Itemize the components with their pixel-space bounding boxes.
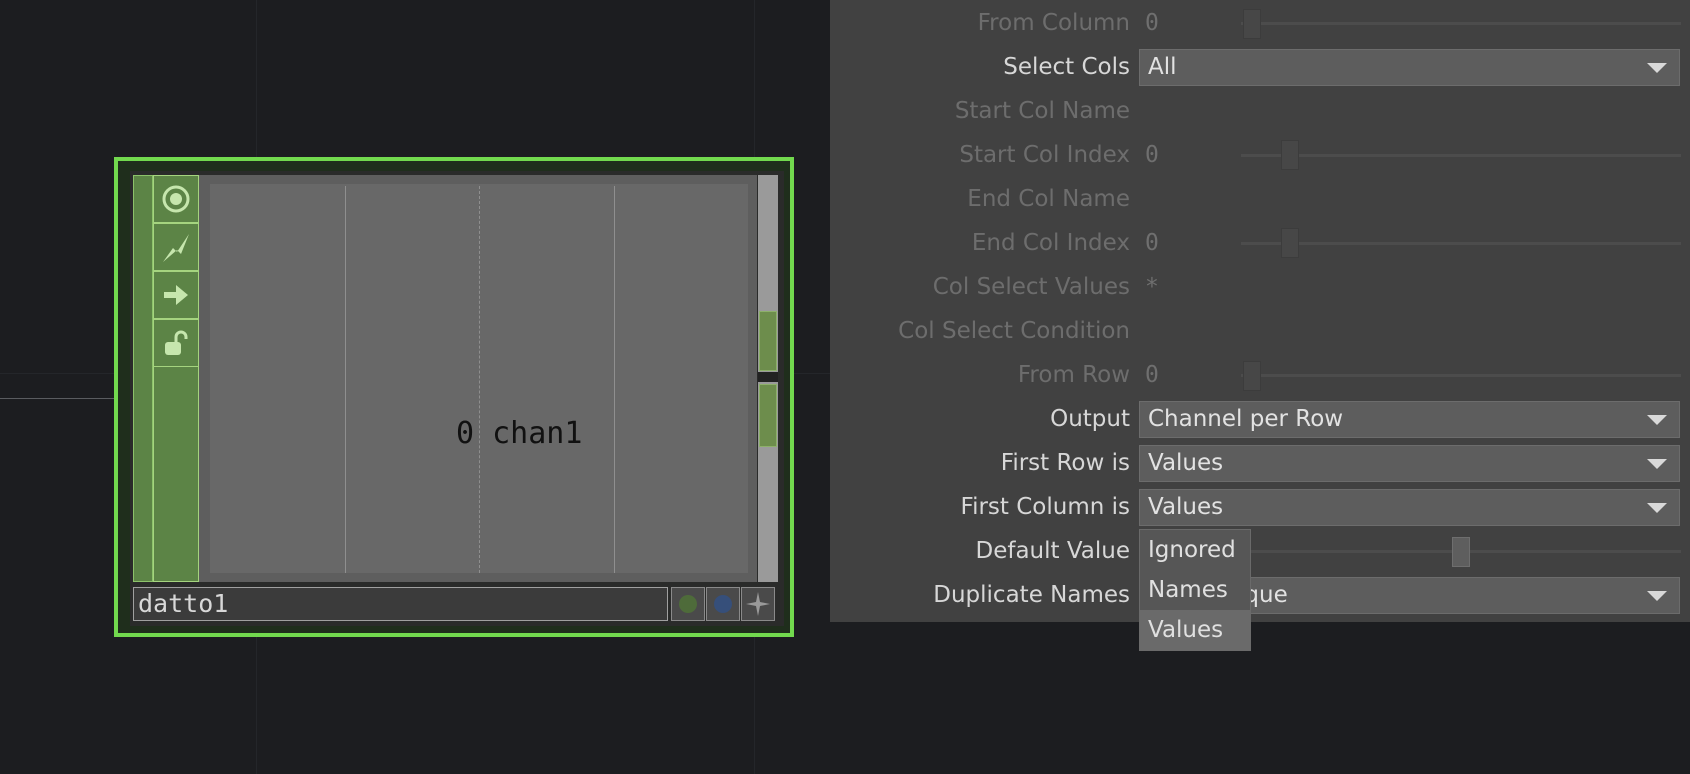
bypass-dot-icon bbox=[679, 595, 697, 613]
param-label-output: Output bbox=[1050, 406, 1130, 432]
param-label-first-row-is: First Row is bbox=[1000, 450, 1130, 476]
scrollbar-thumb[interactable] bbox=[759, 311, 777, 371]
cook-icon[interactable] bbox=[153, 223, 199, 271]
end-col-index-slider-handle bbox=[1281, 228, 1299, 258]
param-value-start-col-index: 0 bbox=[1145, 142, 1159, 168]
viewer-divider bbox=[614, 186, 615, 573]
parameter-panel bbox=[830, 0, 1690, 622]
select-cols-value: All bbox=[1148, 54, 1177, 80]
render-flag-button[interactable] bbox=[741, 587, 775, 621]
param-label-duplicate-names: Duplicate Names bbox=[933, 582, 1130, 608]
param-label-from-row: From Row bbox=[1017, 362, 1130, 388]
scrollbar-thumb[interactable] bbox=[759, 384, 777, 447]
node-name-field[interactable]: datto1 bbox=[133, 587, 668, 621]
param-label-from-column: From Column bbox=[977, 10, 1130, 36]
export-icon[interactable] bbox=[153, 271, 199, 319]
param-value-from-row: 0 bbox=[1145, 362, 1159, 388]
param-value-end-col-index: 0 bbox=[1145, 230, 1159, 256]
param-label-start-col-name: Start Col Name bbox=[954, 98, 1130, 124]
menu-item-values[interactable]: Values bbox=[1140, 610, 1250, 650]
node-input-strip[interactable] bbox=[133, 175, 153, 582]
first-column-is-dropdown[interactable]: Values bbox=[1139, 489, 1680, 526]
viewer-divider bbox=[345, 186, 346, 573]
scrollbar-gap bbox=[758, 372, 778, 382]
chevron-down-icon bbox=[1647, 503, 1667, 513]
chevron-down-icon bbox=[1647, 63, 1667, 73]
menu-item-names[interactable]: Names bbox=[1140, 570, 1250, 610]
output-value: Channel per Row bbox=[1148, 406, 1344, 432]
param-label-default-value: Default Value bbox=[975, 538, 1130, 564]
from-row-slider-handle bbox=[1243, 361, 1261, 391]
first-row-is-value: Values bbox=[1148, 450, 1224, 476]
param-label-end-col-name: End Col Name bbox=[967, 186, 1130, 212]
param-label-start-col-index: Start Col Index bbox=[959, 142, 1130, 168]
menu-item-ignored[interactable]: Ignored bbox=[1140, 530, 1250, 570]
param-label-col-select-condition: Col Select Condition bbox=[898, 318, 1130, 344]
first-column-is-menu: Ignored Names Values bbox=[1139, 529, 1251, 651]
param-value-col-select-values: * bbox=[1145, 274, 1159, 300]
first-row-is-dropdown[interactable]: Values bbox=[1139, 445, 1680, 482]
first-column-is-value: Values bbox=[1148, 494, 1224, 520]
lock-icon[interactable] bbox=[153, 319, 199, 367]
start-col-index-slider-handle bbox=[1281, 140, 1299, 170]
end-col-index-slider-track bbox=[1241, 242, 1681, 245]
sparkle-icon bbox=[746, 592, 770, 616]
chevron-down-icon bbox=[1647, 459, 1667, 469]
param-label-end-col-index: End Col Index bbox=[971, 230, 1130, 256]
display-dot-icon bbox=[714, 595, 732, 613]
viewer-toggle-icon[interactable] bbox=[153, 175, 199, 223]
from-column-slider-handle bbox=[1243, 9, 1261, 39]
chevron-down-icon bbox=[1647, 415, 1667, 425]
from-row-slider-track bbox=[1241, 374, 1681, 377]
param-label-col-select-values: Col Select Values bbox=[932, 274, 1130, 300]
display-flag-button[interactable] bbox=[706, 587, 740, 621]
param-label-first-column-is: First Column is bbox=[960, 494, 1130, 520]
chevron-down-icon bbox=[1647, 591, 1667, 601]
param-value-from-column: 0 bbox=[1145, 10, 1159, 36]
bypass-flag-button[interactable] bbox=[671, 587, 705, 621]
select-cols-dropdown[interactable]: All bbox=[1139, 49, 1680, 86]
param-label-select-cols: Select Cols bbox=[1003, 54, 1130, 80]
output-dropdown[interactable]: Channel per Row bbox=[1139, 401, 1680, 438]
viewer-divider bbox=[479, 186, 481, 573]
default-value-slider-handle[interactable] bbox=[1452, 537, 1470, 567]
viewer-channel-label: 0 chan1 bbox=[456, 416, 583, 451]
start-col-index-slider-track bbox=[1241, 154, 1681, 157]
from-column-slider-track bbox=[1241, 22, 1681, 25]
